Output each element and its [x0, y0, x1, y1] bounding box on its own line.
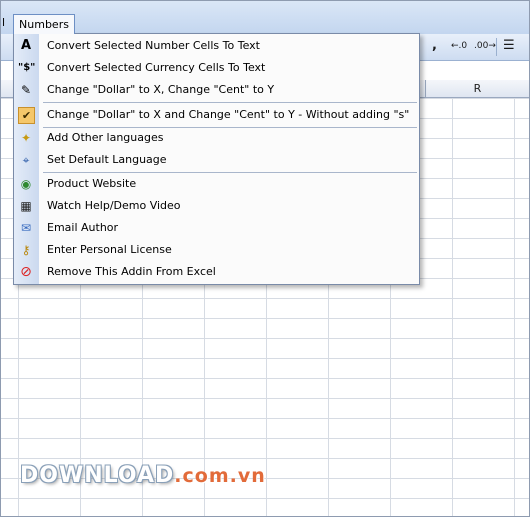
checkmark-icon: ✔: [18, 107, 35, 124]
menu-item-label: Change "Dollar" to X and Change "Cent" t…: [47, 108, 410, 121]
menu-item-label: Watch Help/Demo Video: [47, 199, 181, 212]
watermark-logo: DOWNLOAD.com.vn: [20, 463, 266, 488]
numbers-dropdown-menu: A Convert Selected Number Cells To Text …: [13, 33, 420, 285]
menu-item-label: Remove This Addin From Excel: [47, 265, 216, 278]
menu-item-label: Product Website: [47, 177, 137, 190]
globe-icon: ◉: [20, 177, 32, 191]
menu-item-watch-video[interactable]: ▦ Watch Help/Demo Video: [14, 195, 419, 217]
menu-item-remove-addin[interactable]: ⊘ Remove This Addin From Excel: [14, 261, 419, 283]
remove-icon: ⊘: [20, 264, 32, 280]
increase-decimal-button[interactable]: ←.0: [451, 37, 467, 55]
indent-icon[interactable]: ☰: [503, 37, 515, 55]
menu-item-label: Change "Dollar" to X, Change "Cent" to Y: [47, 83, 275, 96]
add-language-icon: ✦: [20, 131, 32, 145]
menu-item-label: Enter Personal License: [47, 243, 172, 256]
menu-item-product-website[interactable]: ◉ Product Website: [14, 173, 419, 195]
column-header-r[interactable]: R: [426, 80, 529, 97]
decrease-decimal-button[interactable]: .00→: [474, 37, 496, 55]
key-icon: ⚷: [21, 243, 31, 257]
menu-item-default-language[interactable]: ⌖ Set Default Language: [14, 149, 419, 171]
menu-item-convert-currency-cells[interactable]: "$" Convert Selected Currency Cells To T…: [14, 57, 419, 79]
email-icon: ✉: [20, 221, 32, 235]
menu-item-enter-license[interactable]: ⚷ Enter Personal License: [14, 239, 419, 261]
menu-separator: [43, 102, 417, 103]
menu-item-label: Convert Selected Currency Cells To Text: [47, 61, 266, 74]
menu-item-label: Convert Selected Number Cells To Text: [47, 39, 260, 52]
comma-style-button[interactable]: ,: [432, 37, 437, 55]
menu-item-change-without-s[interactable]: ✔ Change "Dollar" to X and Change "Cent"…: [14, 104, 419, 126]
numbers-menu-button[interactable]: Numbers: [13, 14, 75, 34]
menu-item-label: Add Other languages: [47, 131, 164, 144]
default-language-icon: ⌖: [22, 153, 30, 167]
menu-item-label: Email Author: [47, 221, 119, 234]
menu-item-email-author[interactable]: ✉ Email Author: [14, 217, 419, 239]
menu-item-label: Set Default Language: [47, 153, 167, 166]
menu-bar: l: [0, 0, 530, 35]
document-edit-icon: ✎: [20, 83, 32, 97]
letter-a-icon: A: [20, 38, 32, 53]
toolbar-separator: [496, 38, 497, 56]
clapperboard-icon: ▦: [20, 199, 32, 213]
menu-item-convert-number-cells[interactable]: A Convert Selected Number Cells To Text: [14, 35, 419, 57]
menu-bar-partial-item[interactable]: l: [2, 16, 5, 29]
currency-icon: "$": [18, 62, 36, 73]
menu-item-change-dollar-cent[interactable]: ✎ Change "Dollar" to X, Change "Cent" to…: [14, 79, 419, 101]
menu-item-add-languages[interactable]: ✦ Add Other languages: [14, 127, 419, 149]
